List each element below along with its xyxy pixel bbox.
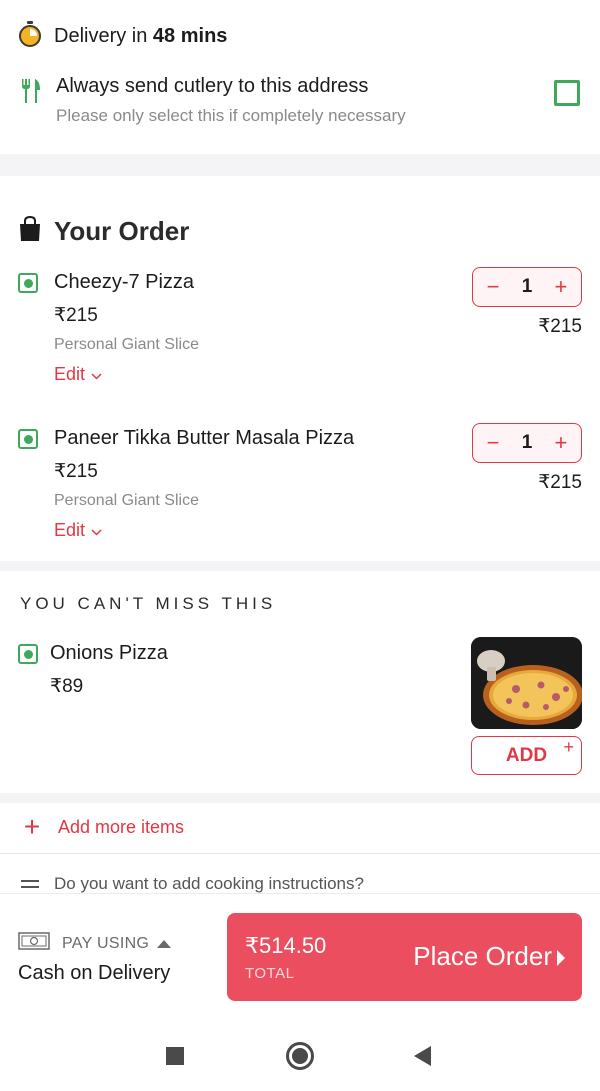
- item-price: ₹215: [54, 461, 98, 482]
- arrow-right-icon: [557, 950, 565, 966]
- item-line-total: ₹215: [538, 472, 582, 493]
- pay-using-label: PAY USING: [62, 934, 150, 952]
- cooking-instructions-label: Do you want to add cooking instructions?: [54, 874, 364, 893]
- add-upsell-button[interactable]: ADD +: [471, 736, 582, 775]
- cash-icon: [18, 931, 50, 956]
- checkout-bar: PAY USING Cash on Delivery ₹514.50 TOTAL…: [0, 893, 600, 1021]
- cutlery-subtitle: Please only select this if completely ne…: [56, 106, 406, 125]
- order-total-label: TOTAL: [245, 965, 295, 982]
- edit-item-button[interactable]: Edit: [54, 520, 102, 541]
- plus-icon: +: [23, 811, 41, 842]
- veg-icon: [18, 644, 38, 664]
- veg-icon: [18, 429, 38, 449]
- add-more-items-label: Add more items: [58, 816, 185, 837]
- cutlery-checkbox[interactable]: [554, 80, 580, 106]
- quantity-value: 1: [521, 276, 533, 297]
- increase-quantity-button[interactable]: +: [551, 432, 571, 454]
- upsell-item-price: ₹89: [50, 676, 84, 697]
- system-nav-bar: [0, 1021, 600, 1091]
- upsell-item-name: Onions Pizza: [50, 642, 168, 664]
- divider: [0, 853, 600, 854]
- place-order-button[interactable]: ₹514.50 TOTAL Place Order: [227, 913, 582, 1001]
- decrease-quantity-button[interactable]: −: [483, 432, 503, 454]
- item-name: Cheezy-7 Pizza: [54, 271, 195, 293]
- home-icon[interactable]: [286, 1042, 314, 1070]
- item-description: Personal Giant Slice: [54, 492, 199, 509]
- shopping-bag-icon: [18, 215, 42, 247]
- chevron-down-icon: [91, 520, 102, 541]
- back-icon[interactable]: [414, 1046, 431, 1066]
- order-total-amount: ₹514.50: [245, 933, 327, 958]
- chevron-down-icon: [91, 364, 102, 385]
- section-divider: [0, 793, 600, 803]
- place-order-label: Place Order: [413, 941, 552, 971]
- veg-icon: [18, 273, 38, 293]
- stopwatch-icon: [18, 20, 42, 52]
- cutlery-option[interactable]: Always send cutlery to this address Plea…: [18, 72, 582, 132]
- delivery-time-value: 48 mins: [152, 24, 228, 47]
- item-description: Personal Giant Slice: [54, 336, 199, 353]
- order-header: Your Order: [18, 214, 189, 248]
- order-title: Your Order: [54, 215, 190, 246]
- caret-up-icon: [157, 939, 172, 948]
- decrease-quantity-button[interactable]: −: [483, 276, 503, 298]
- add-more-items-button[interactable]: + Add more items: [20, 812, 184, 842]
- section-divider: [0, 561, 600, 571]
- quantity-value: 1: [521, 432, 533, 453]
- cutlery-icon: [20, 78, 42, 109]
- pizza-image: [471, 637, 582, 729]
- section-divider: [0, 154, 600, 176]
- edit-label: Edit: [54, 520, 86, 540]
- recent-apps-icon[interactable]: [166, 1047, 184, 1065]
- delivery-time-row: Delivery in 48 mins: [18, 20, 228, 52]
- quantity-stepper[interactable]: − 1 +: [472, 423, 582, 463]
- payment-method[interactable]: Cash on Delivery: [18, 962, 170, 985]
- increase-quantity-button[interactable]: +: [551, 276, 571, 298]
- item-name: Paneer Tikka Butter Masala Pizza: [54, 427, 355, 449]
- edit-label: Edit: [54, 364, 86, 384]
- delivery-time-text: Delivery in 48 mins: [54, 24, 228, 47]
- item-price: ₹215: [54, 305, 98, 326]
- item-line-total: ₹215: [538, 316, 582, 337]
- quantity-stepper[interactable]: − 1 +: [472, 267, 582, 307]
- upsell-title: YOU CAN'T MISS THIS: [20, 594, 277, 613]
- edit-item-button[interactable]: Edit: [54, 364, 102, 385]
- pay-using-selector[interactable]: PAY USING: [18, 931, 172, 956]
- cutlery-title: Always send cutlery to this address: [56, 75, 369, 97]
- add-plus-icon: +: [563, 737, 574, 757]
